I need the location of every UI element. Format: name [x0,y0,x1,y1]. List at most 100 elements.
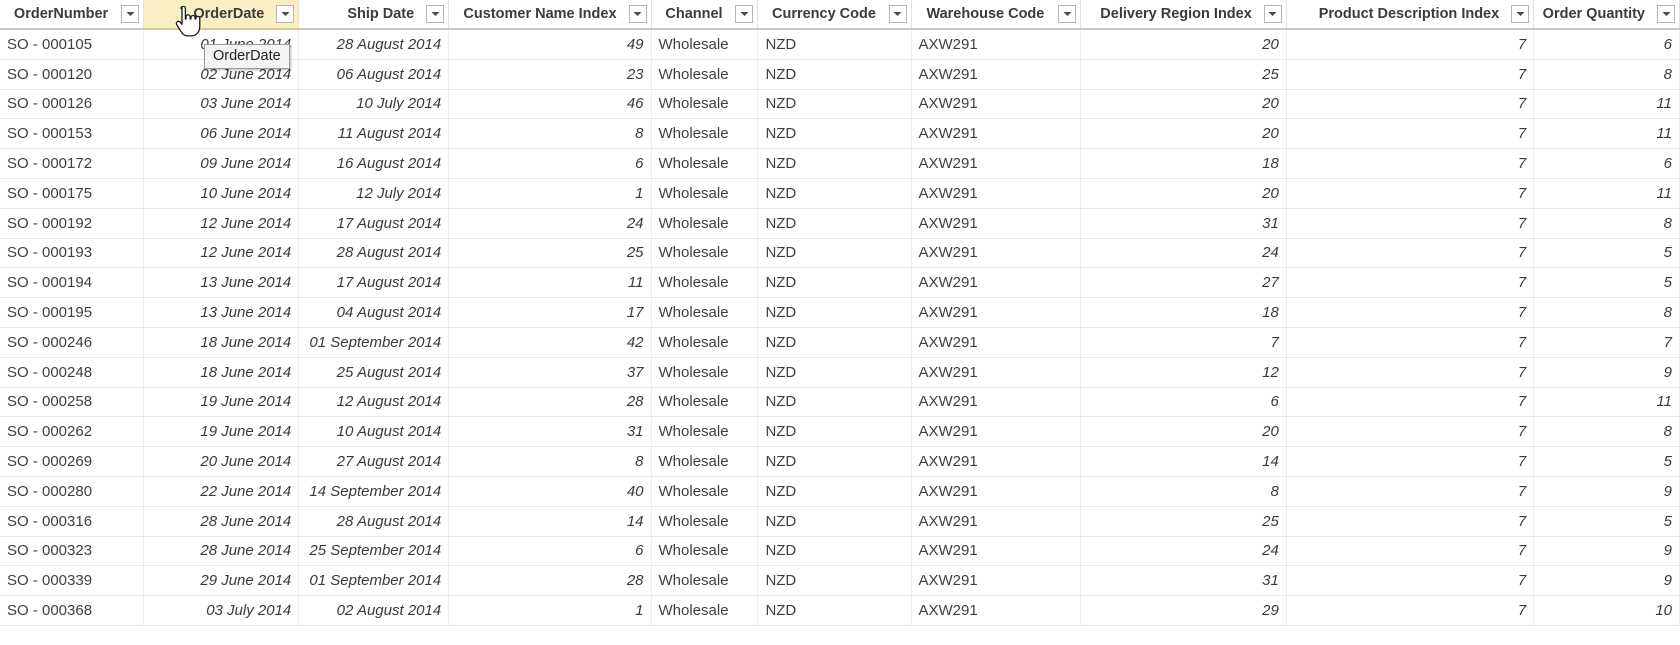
cell-ship-date[interactable]: 11 August 2014 [298,118,450,150]
cell-product-description-index[interactable]: 7 [1286,148,1535,179]
cell-order-quantity[interactable]: 8 [1533,208,1680,239]
table-row[interactable]: SO - 000193 12 June 2014 28 August 2014 25 W… [0,238,1680,269]
cell-channel[interactable]: Wholesale [651,238,759,269]
column-filter-chevron-down-icon[interactable] [276,5,295,23]
cell-product-description-index[interactable]: 7 [1286,595,1535,626]
cell-currency-code[interactable]: NZD [757,536,912,567]
cell-warehouse-code[interactable]: AXW291 [911,29,1082,60]
cell-currency-code[interactable]: NZD [757,357,912,388]
cell-customer-name-index[interactable]: 11 [448,267,652,299]
cell-channel[interactable]: Wholesale [651,327,759,358]
cell-delivery-region-index[interactable]: 25 [1080,59,1287,90]
cell-order-quantity[interactable]: 7 [1533,327,1680,358]
cell-customer-name-index[interactable]: 1 [448,595,652,626]
cell-orderdate[interactable]: 09 June 2014 [143,148,300,179]
cell-ship-date[interactable]: 17 August 2014 [298,208,450,239]
cell-warehouse-code[interactable]: AXW291 [911,416,1082,448]
cell-channel[interactable]: Wholesale [651,89,759,120]
cell-orderdate[interactable]: 12 June 2014 [143,238,300,269]
table-row[interactable]: SO - 000316 28 June 2014 28 August 2014 14 W… [0,506,1680,537]
cell-customer-name-index[interactable]: 28 [448,565,652,597]
cell-currency-code[interactable]: NZD [757,267,912,299]
cell-warehouse-code[interactable]: AXW291 [911,208,1082,239]
cell-customer-name-index[interactable]: 28 [448,387,652,418]
cell-ship-date[interactable]: 16 August 2014 [298,148,450,179]
cell-customer-name-index[interactable]: 49 [448,29,652,60]
cell-product-description-index[interactable]: 7 [1286,238,1535,269]
cell-warehouse-code[interactable]: AXW291 [911,357,1082,388]
cell-product-description-index[interactable]: 7 [1286,476,1535,507]
cell-order-quantity[interactable]: 9 [1533,476,1680,507]
column-header-ship-date[interactable]: Ship Date [298,0,450,30]
cell-orderdate[interactable]: 18 June 2014 [143,327,300,358]
cell-orderdate[interactable]: 13 June 2014 [143,267,300,299]
cell-order-quantity[interactable]: 6 [1533,29,1680,60]
cell-channel[interactable]: Wholesale [651,357,759,388]
cell-order-quantity[interactable]: 11 [1533,387,1680,418]
cell-delivery-region-index[interactable]: 29 [1080,595,1287,626]
column-filter-chevron-down-icon[interactable] [121,5,140,23]
column-filter-chevron-down-icon[interactable] [888,5,907,23]
cell-warehouse-code[interactable]: AXW291 [911,565,1082,597]
cell-ordernumber[interactable]: SO - 000120 [0,59,145,90]
cell-ship-date[interactable]: 28 August 2014 [298,29,450,60]
cell-warehouse-code[interactable]: AXW291 [911,59,1082,90]
cell-orderdate[interactable]: 06 June 2014 [143,118,300,150]
cell-product-description-index[interactable]: 7 [1286,506,1535,537]
cell-orderdate[interactable]: 10 June 2014 [143,178,300,209]
table-row[interactable]: SO - 000194 13 June 2014 17 August 2014 11 W… [0,267,1680,299]
cell-ship-date[interactable]: 12 July 2014 [298,178,450,209]
cell-order-quantity[interactable]: 11 [1533,118,1680,150]
cell-orderdate[interactable]: 22 June 2014 [143,476,300,507]
cell-ordernumber[interactable]: SO - 000323 [0,536,145,567]
table-row[interactable]: SO - 000262 19 June 2014 10 August 2014 31 W… [0,416,1680,448]
table-row[interactable]: SO - 000368 03 July 2014 02 August 2014 1 Wh… [0,595,1680,626]
table-row[interactable]: SO - 000339 29 June 2014 01 September 2014… [0,565,1680,597]
cell-warehouse-code[interactable]: AXW291 [911,118,1082,150]
cell-product-description-index[interactable]: 7 [1286,208,1535,239]
cell-warehouse-code[interactable]: AXW291 [911,327,1082,358]
cell-channel[interactable]: Wholesale [651,565,759,597]
cell-warehouse-code[interactable]: AXW291 [911,446,1082,477]
cell-orderdate[interactable]: 03 June 2014 [143,89,300,120]
cell-order-quantity[interactable]: 5 [1533,238,1680,269]
column-header-warehouse-code[interactable]: Warehouse Code [911,0,1082,30]
cell-customer-name-index[interactable]: 8 [448,446,652,477]
cell-delivery-region-index[interactable]: 24 [1080,536,1287,567]
cell-ordernumber[interactable]: SO - 000248 [0,357,145,388]
cell-ordernumber[interactable]: SO - 000368 [0,595,145,626]
cell-ordernumber[interactable]: SO - 000194 [0,267,145,299]
cell-product-description-index[interactable]: 7 [1286,89,1535,120]
cell-product-description-index[interactable]: 7 [1286,59,1535,90]
cell-channel[interactable]: Wholesale [651,536,759,567]
column-header-delivery-region-index[interactable]: Delivery Region Index [1080,0,1287,30]
cell-currency-code[interactable]: NZD [757,178,912,209]
table-row[interactable]: SO - 000192 12 June 2014 17 August 2014 24 W… [0,208,1680,239]
cell-ordernumber[interactable]: SO - 000316 [0,506,145,537]
cell-warehouse-code[interactable]: AXW291 [911,536,1082,567]
cell-product-description-index[interactable]: 7 [1286,565,1535,597]
table-row[interactable]: SO - 000269 20 June 2014 27 August 2014 8 Wh… [0,446,1680,477]
cell-currency-code[interactable]: NZD [757,506,912,537]
cell-orderdate[interactable]: 28 June 2014 [143,536,300,567]
cell-orderdate[interactable]: 03 July 2014 [143,595,300,626]
cell-order-quantity[interactable]: 5 [1533,446,1680,477]
cell-channel[interactable]: Wholesale [651,416,759,448]
cell-delivery-region-index[interactable]: 12 [1080,357,1287,388]
table-row[interactable]: SO - 000153 06 June 2014 11 August 2014 8 Wh… [0,118,1680,150]
cell-product-description-index[interactable]: 7 [1286,446,1535,477]
cell-ship-date[interactable]: 28 August 2014 [298,238,450,269]
cell-customer-name-index[interactable]: 1 [448,178,652,209]
cell-customer-name-index[interactable]: 37 [448,357,652,388]
table-row[interactable]: SO - 000280 22 June 2014 14 September 2014… [0,476,1680,507]
cell-channel[interactable]: Wholesale [651,297,759,328]
cell-ordernumber[interactable]: SO - 000280 [0,476,145,507]
cell-currency-code[interactable]: NZD [757,208,912,239]
cell-orderdate[interactable]: 20 June 2014 [143,446,300,477]
table-row[interactable]: SO - 000175 10 June 2014 12 July 2014 1 Whol… [0,178,1680,209]
cell-ordernumber[interactable]: SO - 000193 [0,238,145,269]
table-row[interactable]: SO - 000246 18 June 2014 01 September 2014… [0,327,1680,358]
column-filter-chevron-down-icon[interactable] [628,5,647,23]
cell-product-description-index[interactable]: 7 [1286,29,1535,60]
cell-product-description-index[interactable]: 7 [1286,267,1535,299]
